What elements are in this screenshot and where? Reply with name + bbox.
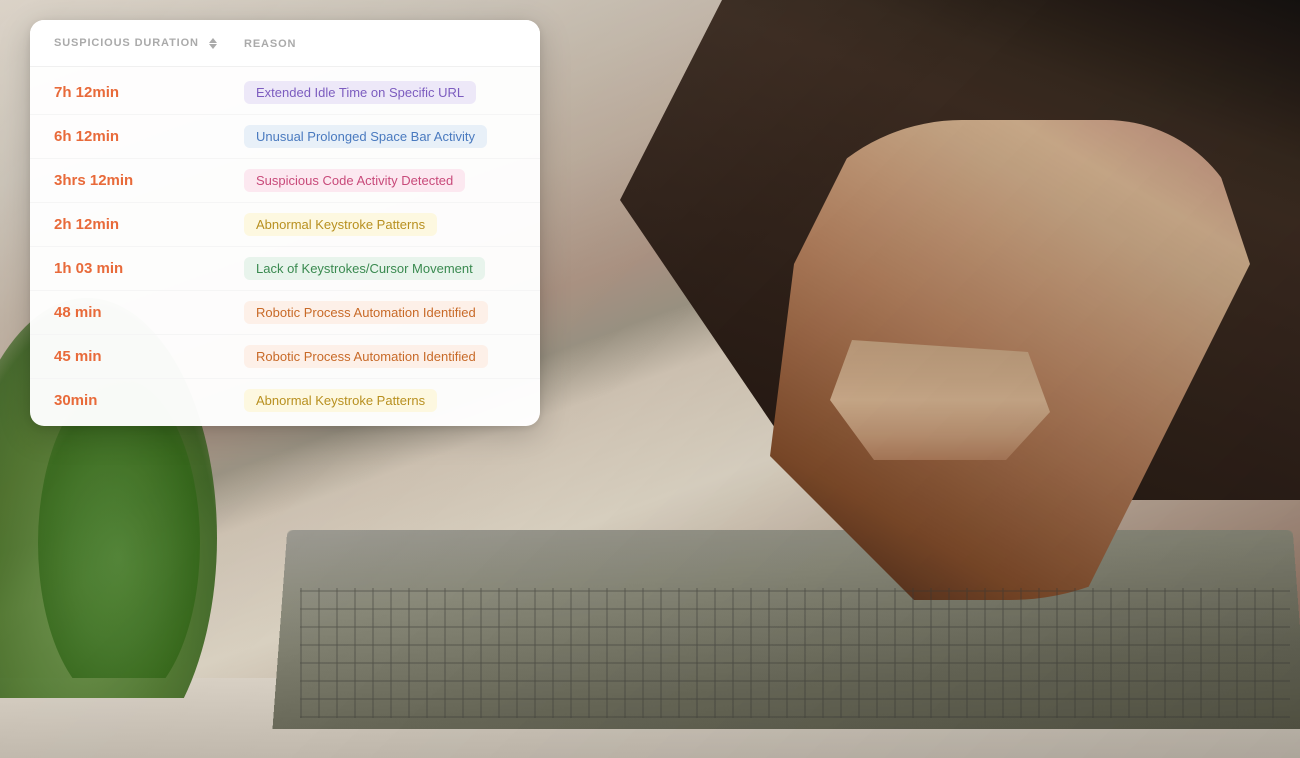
duration-value: 1h 03 min (54, 260, 244, 277)
duration-value: 6h 12min (54, 128, 244, 145)
reason-badge: Robotic Process Automation Identified (244, 301, 488, 324)
duration-value: 48 min (54, 304, 244, 321)
table-row[interactable]: 7h 12minExtended Idle Time on Specific U… (30, 71, 540, 115)
reason-badge: Robotic Process Automation Identified (244, 345, 488, 368)
reason-badge: Unusual Prolonged Space Bar Activity (244, 125, 487, 148)
reason-column-header: REASON (244, 34, 516, 52)
duration-value: 7h 12min (54, 84, 244, 101)
duration-value: 3hrs 12min (54, 172, 244, 189)
table-row[interactable]: 2h 12minAbnormal Keystroke Patterns (30, 203, 540, 247)
reason-badge: Abnormal Keystroke Patterns (244, 389, 437, 412)
suspicious-activity-table: SUSPICIOUS DURATION REASON 7h 12minExten… (30, 20, 540, 426)
reason-badge: Lack of Keystrokes/Cursor Movement (244, 257, 485, 280)
reason-cell: Lack of Keystrokes/Cursor Movement (244, 257, 516, 280)
reason-cell: Extended Idle Time on Specific URL (244, 81, 516, 104)
reason-cell: Robotic Process Automation Identified (244, 345, 516, 368)
table-row[interactable]: 6h 12minUnusual Prolonged Space Bar Acti… (30, 115, 540, 159)
reason-cell: Robotic Process Automation Identified (244, 301, 516, 324)
table-body: 7h 12minExtended Idle Time on Specific U… (30, 67, 540, 426)
duration-header-label: SUSPICIOUS DURATION (54, 37, 199, 49)
reason-badge: Abnormal Keystroke Patterns (244, 213, 437, 236)
duration-value: 30min (54, 392, 244, 409)
reason-cell: Suspicious Code Activity Detected (244, 169, 516, 192)
table-row[interactable]: 1h 03 minLack of Keystrokes/Cursor Movem… (30, 247, 540, 291)
duration-value: 45 min (54, 348, 244, 365)
table-row[interactable]: 3hrs 12minSuspicious Code Activity Detec… (30, 159, 540, 203)
duration-column-header[interactable]: SUSPICIOUS DURATION (54, 37, 244, 49)
reason-cell: Unusual Prolonged Space Bar Activity (244, 125, 516, 148)
table-row[interactable]: 30minAbnormal Keystroke Patterns (30, 379, 540, 422)
reason-cell: Abnormal Keystroke Patterns (244, 389, 516, 412)
reason-header-label: REASON (244, 38, 296, 50)
duration-value: 2h 12min (54, 216, 244, 233)
reason-cell: Abnormal Keystroke Patterns (244, 213, 516, 236)
table-row[interactable]: 48 minRobotic Process Automation Identif… (30, 291, 540, 335)
reason-badge: Suspicious Code Activity Detected (244, 169, 465, 192)
reason-badge: Extended Idle Time on Specific URL (244, 81, 476, 104)
sort-icon[interactable] (209, 38, 217, 49)
table-row[interactable]: 45 minRobotic Process Automation Identif… (30, 335, 540, 379)
table-header: SUSPICIOUS DURATION REASON (30, 20, 540, 67)
